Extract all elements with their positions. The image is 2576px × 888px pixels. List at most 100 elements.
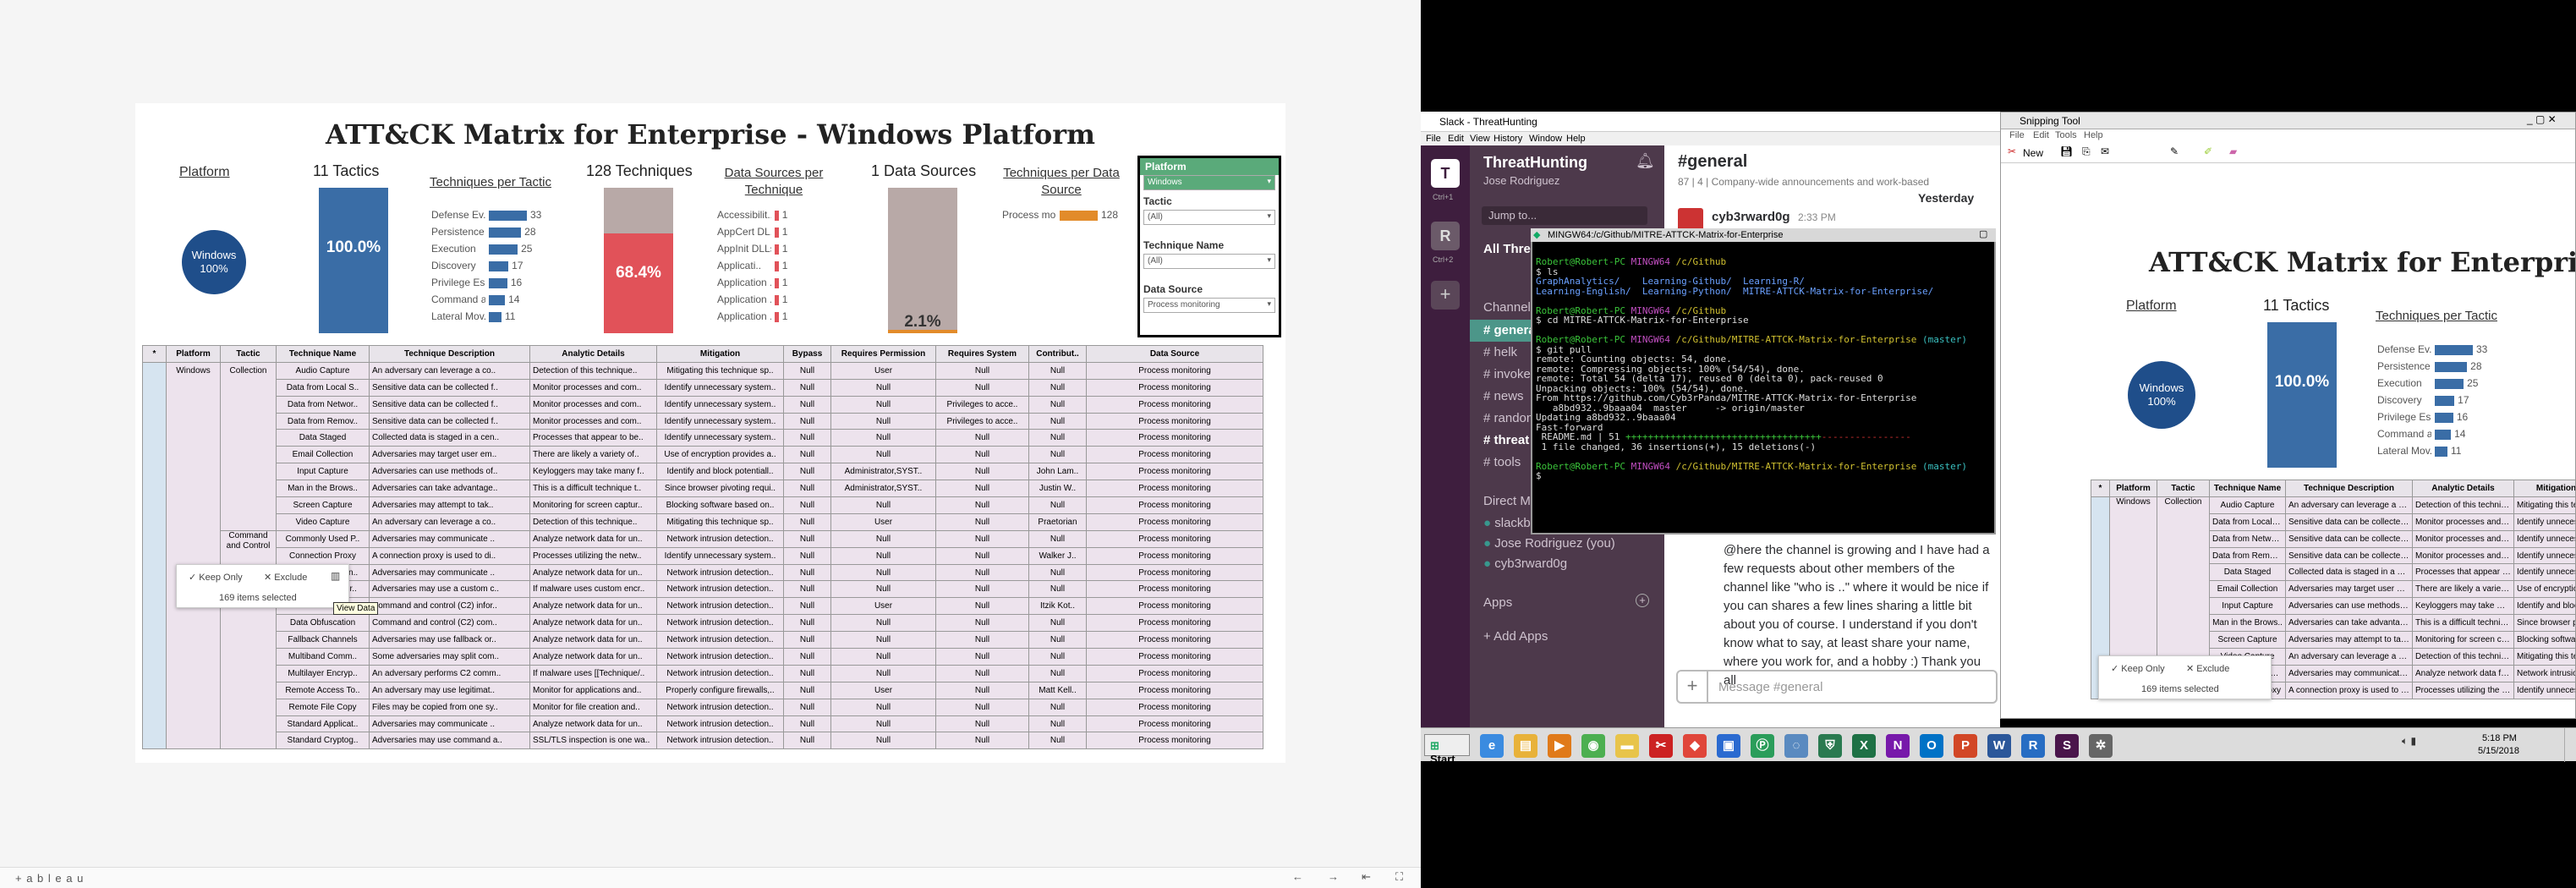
table-cell[interactable]: Data from Local S.. (276, 378, 370, 397)
table-cell[interactable]: Null (935, 664, 1029, 682)
table-cell[interactable]: Process monitoring (1086, 496, 1263, 514)
tactic-bar-row[interactable]: Discovery 17 (431, 259, 558, 274)
table-cell[interactable]: Process monitoring (1086, 546, 1263, 565)
table-cell[interactable]: Audio Capture (276, 361, 370, 380)
table-cell[interactable]: Null (783, 648, 831, 666)
table-cell[interactable]: Monitoring for screen captur.. (529, 496, 657, 514)
table-cell[interactable]: Processes that appear to be.. (529, 429, 657, 447)
tactic-bar-bar[interactable] (489, 312, 501, 322)
exclude-button[interactable]: ✕ Exclude (264, 572, 307, 583)
table-cell[interactable]: Null (783, 664, 831, 682)
table-cell[interactable]: Null (783, 378, 831, 397)
table-cell[interactable]: This is a difficult technique t.. (529, 480, 657, 498)
undo-icon[interactable]: ← (1292, 870, 1303, 883)
table-cell[interactable]: Identify unnecessary system.. (656, 546, 784, 565)
table-row[interactable]: Data Obfuscation Command and control (C2)… (143, 614, 1263, 633)
email-icon[interactable]: ✉ (2101, 145, 2109, 157)
column-header[interactable]: Mitigation (656, 345, 784, 363)
table-cell[interactable]: Process monitoring (1086, 580, 1263, 599)
table-cell[interactable]: Analyze network data for un.. (529, 529, 657, 548)
table-cell[interactable]: Null (935, 698, 1029, 716)
column-header[interactable]: Data Source (1086, 345, 1263, 363)
table-cell[interactable]: Null (783, 529, 831, 548)
table-cell[interactable]: Null (935, 378, 1029, 397)
new-snip-button[interactable]: New (2023, 147, 2043, 159)
table-cell[interactable]: Null (1028, 496, 1087, 514)
message-author[interactable]: cyb3rward0g (1712, 210, 1790, 224)
table-row[interactable]: Standard Applicat.. Adversaries may commu… (143, 715, 1263, 733)
table-cell[interactable]: Process monitoring (1086, 429, 1263, 447)
table-cell[interactable]: Monitor for applications and.. (529, 681, 657, 699)
table-cell[interactable]: User (830, 513, 936, 531)
table-cell[interactable]: Email Collection (276, 446, 370, 464)
network-icon[interactable]: ▮ (2411, 735, 2417, 747)
table-row[interactable]: Input Capture Adversaries can use methods… (143, 463, 1263, 481)
platform-cell[interactable]: Windows (166, 361, 221, 749)
table-cell[interactable]: Network intrusion detection.. (656, 648, 784, 666)
table-row[interactable]: Screen Capture Adversaries may attempt to… (143, 496, 1263, 514)
table-cell[interactable]: Process monitoring (1086, 412, 1263, 430)
table-cell[interactable]: An adversary can leverage a co.. (369, 513, 530, 531)
table-cell[interactable]: Process monitoring (1086, 698, 1263, 716)
python-icon[interactable]: Ⓟ (1751, 734, 1774, 758)
table-cell[interactable]: Null (935, 614, 1029, 633)
column-header[interactable]: * (142, 345, 167, 363)
add-app-icon[interactable]: + (1636, 594, 1649, 607)
table-cell[interactable]: Standard Applicat.. (276, 715, 370, 733)
ds-bar-bar[interactable] (775, 312, 779, 322)
settings-icon[interactable]: ✲ (2089, 734, 2113, 758)
table-cell[interactable]: Null (783, 597, 831, 616)
table-cell[interactable]: Null (783, 715, 831, 733)
tactic-bar-row[interactable]: Defense Ev.. 33 (431, 208, 558, 223)
table-cell[interactable]: If malware uses custom encr.. (529, 580, 657, 599)
table-cell[interactable]: Remote Access To.. (276, 681, 370, 699)
table-cell[interactable]: Null (783, 429, 831, 447)
table-cell[interactable]: Null (830, 529, 936, 548)
table-cell[interactable]: Analyze network data for un.. (529, 715, 657, 733)
table-cell[interactable]: Null (935, 580, 1029, 599)
table-cell[interactable]: Process monitoring (1086, 463, 1263, 481)
table-cell[interactable]: Null (783, 496, 831, 514)
table-cell[interactable]: Null (830, 446, 936, 464)
table-cell[interactable]: User (830, 361, 936, 380)
table-cell[interactable]: Network intrusion detection.. (656, 563, 784, 582)
ds-bar-bar[interactable] (775, 244, 779, 255)
table-cell[interactable]: Detection of this technique.. (529, 361, 657, 380)
table-cell[interactable]: Command and control (C2) com.. (369, 614, 530, 633)
table-cell[interactable]: Data from Networ.. (276, 395, 370, 414)
tactic-bar-row[interactable]: Lateral Mov.. 11 (431, 310, 558, 325)
table-cell[interactable]: Null (935, 529, 1029, 548)
git-icon[interactable]: ◆ (1683, 734, 1707, 758)
channels-header[interactable]: Channels (1483, 300, 1537, 315)
column-header[interactable]: Requires Permission (830, 345, 936, 363)
tactic-bar-bar[interactable] (489, 244, 518, 255)
workspace-r[interactable]: R (1431, 222, 1460, 250)
ds-per-tech-chart[interactable]: Accessibilit.. 1 AppCert DL.. 1 AppInit DLLs… (717, 208, 836, 331)
tactic-bar-bar[interactable] (489, 278, 507, 288)
table-cell[interactable]: Identify and block potentiall.. (656, 463, 784, 481)
table-cell[interactable]: Data Obfuscation (276, 614, 370, 633)
table-cell[interactable]: Process monitoring (1086, 513, 1263, 531)
table-cell[interactable]: Null (783, 463, 831, 481)
table-cell[interactable]: Null (783, 732, 831, 749)
table-cell[interactable]: Null (830, 715, 936, 733)
table-cell[interactable]: Network intrusion detection.. (656, 631, 784, 650)
table-cell[interactable]: Adversaries can use methods of.. (369, 463, 530, 481)
table-cell[interactable]: Null (830, 378, 936, 397)
table-cell[interactable]: Null (1028, 529, 1087, 548)
table-cell[interactable]: Null (935, 715, 1029, 733)
table-cell[interactable]: Monitor processes and com.. (529, 378, 657, 397)
pen-icon[interactable]: ✎ (2170, 145, 2179, 157)
table-cell[interactable]: Null (783, 698, 831, 716)
table-row[interactable]: Email Collection Adversaries may target u… (143, 446, 1263, 464)
explorer-icon[interactable]: ▤ (1514, 734, 1537, 758)
table-cell[interactable]: An adversary can leverage a co.. (369, 361, 530, 380)
table-cell[interactable]: Process monitoring (1086, 681, 1263, 699)
excel-icon[interactable]: X (1852, 734, 1876, 758)
table-cell[interactable]: Identify unnecessary system.. (656, 395, 784, 414)
keep-only-button[interactable]: ✓ Keep Only (189, 572, 243, 583)
table-cell[interactable]: Data from Remov.. (276, 412, 370, 430)
ds-bar-bar[interactable] (775, 211, 779, 221)
table-cell[interactable]: Analyze network data for un.. (529, 648, 657, 666)
table-cell[interactable]: Collected data is staged in a cen.. (369, 429, 530, 447)
